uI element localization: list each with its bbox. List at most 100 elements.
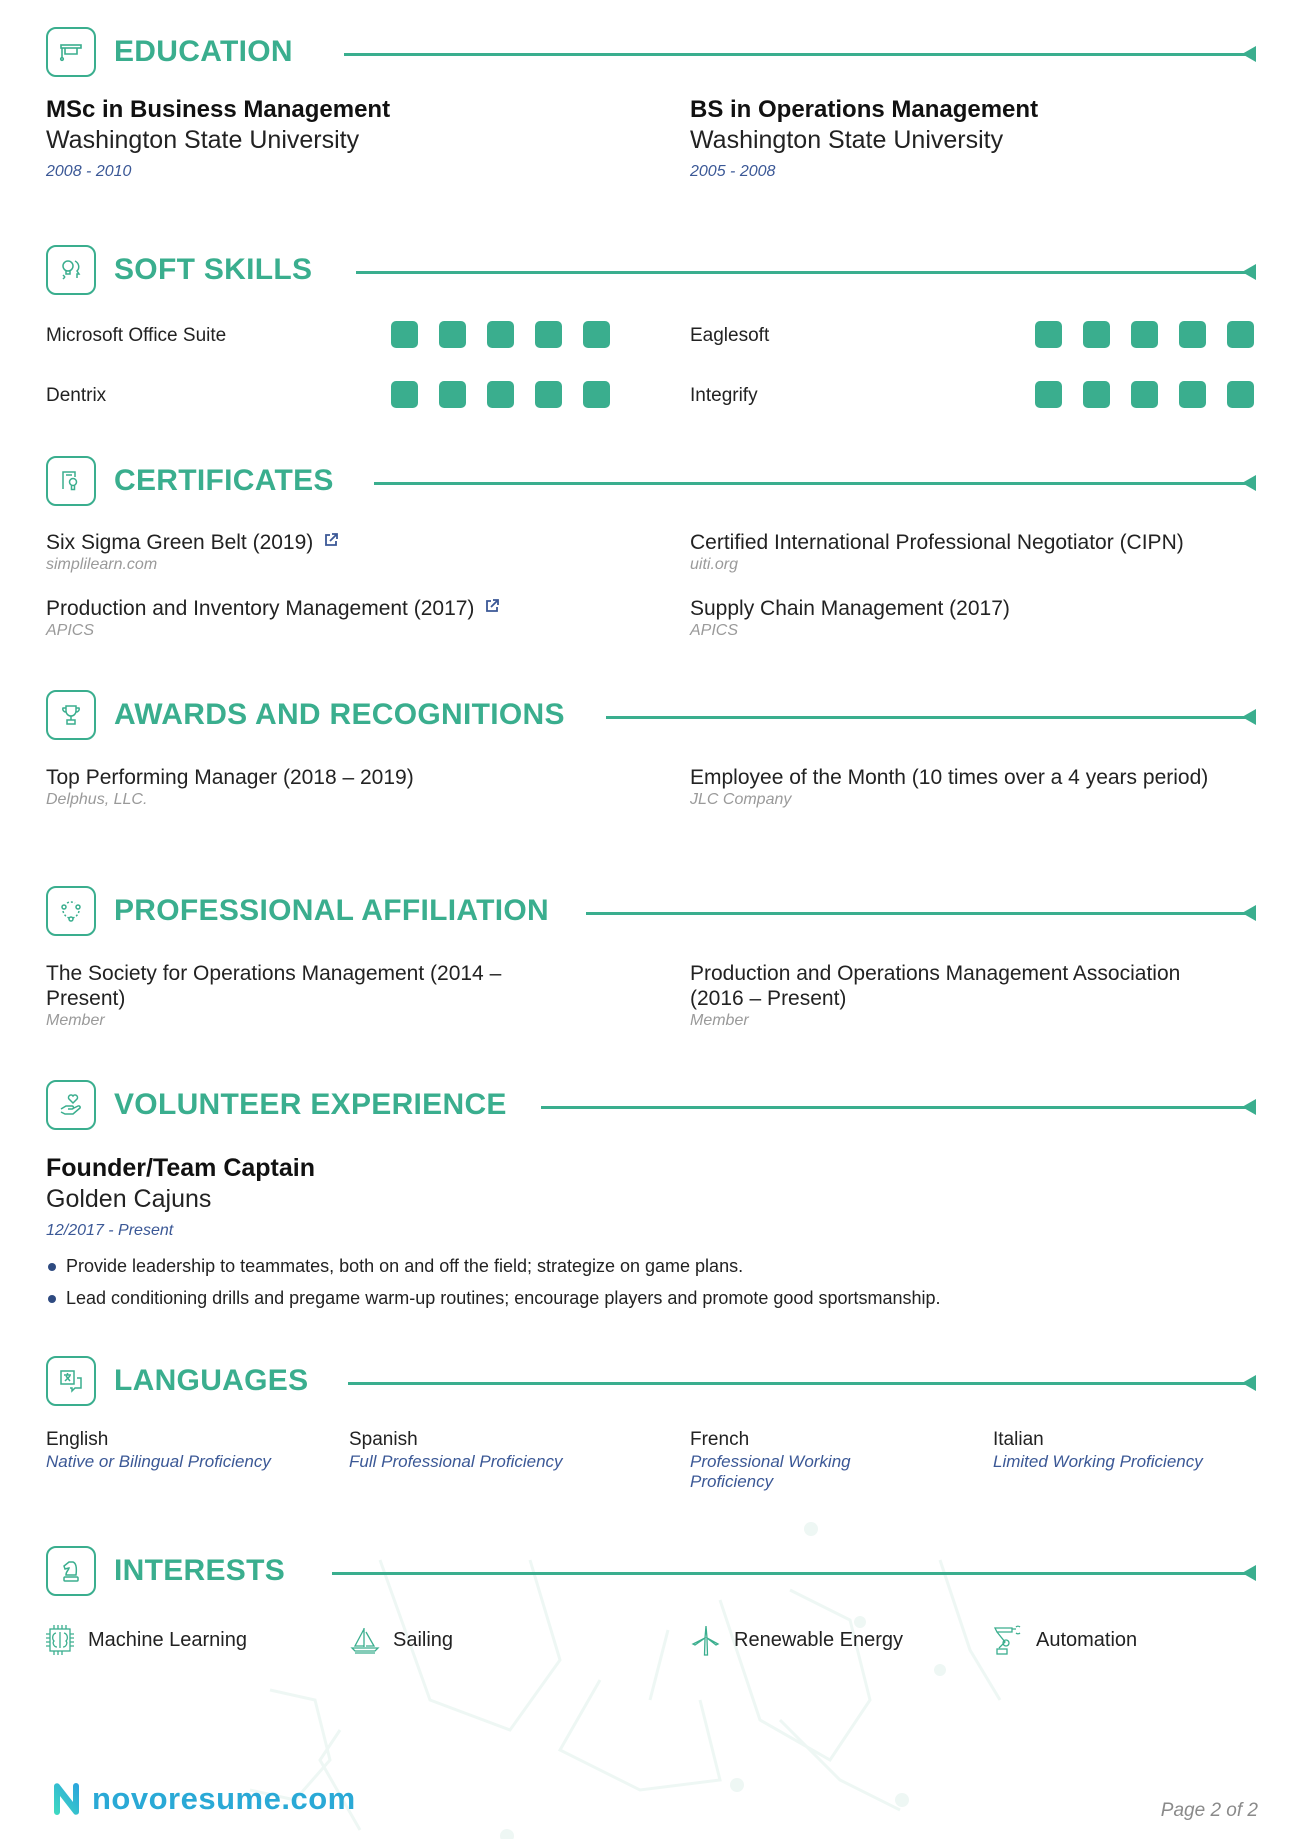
section-header-volunteer: VOLUNTEER EXPERIENCE xyxy=(46,1080,1256,1134)
volunteer-entry: Founder/Team Captain Golden Cajuns 12/20… xyxy=(46,1154,1256,1314)
education-dates: 2005 - 2008 xyxy=(690,163,776,180)
brand-name: novoresume.com xyxy=(92,1781,356,1816)
award-item: Top Performing Manager (2018 – 2019) Del… xyxy=(46,765,566,810)
section-divider xyxy=(541,1106,1246,1109)
section-title: SOFT SKILLS xyxy=(114,253,313,286)
language-level: Full Professional Proficiency xyxy=(349,1452,563,1471)
language-level: Limited Working Proficiency xyxy=(993,1452,1203,1471)
novoresume-logo[interactable]: novoresume.com xyxy=(52,1781,356,1817)
interest-item: Machine Learning xyxy=(44,1623,247,1657)
volunteer-role: Founder/Team Captain xyxy=(46,1154,316,1182)
skill-dot-filled xyxy=(1227,381,1254,408)
interest-name: Automation xyxy=(1036,1628,1138,1651)
section-header-languages: LANGUAGES xyxy=(46,1356,1256,1410)
divider-end-marker xyxy=(1242,1565,1256,1581)
section-divider xyxy=(374,482,1246,485)
certificate-item: Six Sigma Green Belt (2019) simplilearn.… xyxy=(46,530,339,575)
graduation-cap-icon xyxy=(46,27,96,77)
bullet-item: Lead conditioning drills and pregame war… xyxy=(46,1282,1256,1314)
education-dates: 2008 - 2010 xyxy=(46,163,132,180)
certificate-issuer: APICS xyxy=(690,622,739,639)
interest-item: Automation xyxy=(992,1623,1137,1657)
certificate-item: Production and Inventory Management (201… xyxy=(46,596,500,641)
section-header-affiliation: PROFESSIONAL AFFILIATION xyxy=(46,886,1256,940)
affiliation-title: The Society for Operations Management (2… xyxy=(46,962,502,1010)
interest-name: Machine Learning xyxy=(88,1628,247,1651)
skill-dot-filled xyxy=(535,381,562,408)
chess-knight-icon xyxy=(46,1546,96,1596)
volunteer-bullets: Provide leadership to teammates, both on… xyxy=(46,1250,1256,1314)
page-number: Page 2 of 2 xyxy=(1160,1800,1258,1821)
language-name: English xyxy=(46,1429,109,1450)
skill-dot-filled xyxy=(1035,381,1062,408)
degree-title: BS in Operations Management xyxy=(690,96,1039,123)
skill-dot-filled xyxy=(1083,321,1110,348)
skill-dot-filled xyxy=(1227,321,1254,348)
certificate-issuer: simplilearn.com xyxy=(46,556,158,573)
skill-level-dots xyxy=(1035,321,1254,348)
section-divider xyxy=(586,912,1246,915)
skill-dot-filled xyxy=(1035,321,1062,348)
skill-dot-filled xyxy=(535,321,562,348)
education-entry: BS in Operations Management Washington S… xyxy=(690,96,1038,181)
hand-heart-icon xyxy=(46,1080,96,1130)
language-item: English Native or Bilingual Proficiency xyxy=(46,1428,306,1472)
skill-level-dots xyxy=(1035,381,1254,408)
volunteer-org: Golden Cajuns xyxy=(46,1185,212,1213)
lightbulb-head-icon xyxy=(46,245,96,295)
section-header-certificates: CERTIFICATES xyxy=(46,456,1256,510)
certificate-issuer: APICS xyxy=(46,622,95,639)
education-entry: MSc in Business Management Washington St… xyxy=(46,96,390,181)
language-name: Italian xyxy=(993,1429,1044,1450)
skill-dot-filled xyxy=(487,381,514,408)
skill-dot-filled xyxy=(487,321,514,348)
award-org: Delphus, LLC. xyxy=(46,791,148,808)
interest-item: Renewable Energy xyxy=(690,1623,903,1657)
divider-end-marker xyxy=(1242,1099,1256,1115)
external-link-icon[interactable] xyxy=(323,532,339,548)
divider-end-marker xyxy=(1242,709,1256,725)
affiliation-role: Member xyxy=(690,1012,749,1029)
skill-dot-filled xyxy=(1179,381,1206,408)
language-item: Italian Limited Working Proficiency xyxy=(993,1428,1253,1472)
language-name: French xyxy=(690,1429,750,1450)
section-header-soft-skills: SOFT SKILLS xyxy=(46,245,1256,299)
skill-level-dots xyxy=(391,381,610,408)
skill-dot-filled xyxy=(439,321,466,348)
certificate-title: Six Sigma Green Belt (2019) xyxy=(46,531,314,554)
skill-dot-filled xyxy=(391,381,418,408)
interest-name: Sailing xyxy=(393,1628,454,1651)
section-title: EDUCATION xyxy=(114,35,293,68)
section-divider xyxy=(332,1572,1246,1575)
section-divider xyxy=(348,1382,1246,1385)
interest-item: Sailing xyxy=(349,1623,453,1657)
certificate-title: Supply Chain Management (2017) xyxy=(690,597,1010,620)
section-title: CERTIFICATES xyxy=(114,464,334,497)
sailboat-icon xyxy=(350,1628,380,1654)
skill-dot-filled xyxy=(391,321,418,348)
certificate-issuer: uiti.org xyxy=(690,556,739,573)
wind-turbine-icon xyxy=(691,1625,720,1656)
divider-end-marker xyxy=(1242,46,1256,62)
translate-icon xyxy=(46,1356,96,1406)
school-name: Washington State University xyxy=(46,126,360,154)
skill-dot-filled xyxy=(439,381,466,408)
affiliation-item: The Society for Operations Management (2… xyxy=(46,961,566,1031)
skill-dot-filled xyxy=(583,381,610,408)
affiliation-item: Production and Operations Management Ass… xyxy=(690,961,1235,1031)
skill-level-dots xyxy=(391,321,610,348)
skill-name: Microsoft Office Suite xyxy=(46,325,227,346)
certificate-title: Production and Inventory Management (201… xyxy=(46,597,475,620)
language-item: French Professional Working Proficiency xyxy=(690,1428,880,1492)
certificate-item: Certified International Professional Neg… xyxy=(690,530,1184,575)
skill-dot-filled xyxy=(583,321,610,348)
language-level: Native or Bilingual Proficiency xyxy=(46,1452,271,1471)
skill-dot-filled xyxy=(1179,321,1206,348)
robot-arm-icon xyxy=(993,1625,1021,1655)
brain-chip-icon xyxy=(46,1625,74,1655)
skill-row: Eaglesoft xyxy=(690,321,1255,351)
external-link-icon[interactable] xyxy=(484,598,500,614)
volunteer-dates: 12/2017 - Present xyxy=(46,1222,174,1239)
novoresume-n-icon xyxy=(54,1783,79,1815)
section-header-awards: AWARDS AND RECOGNITIONS xyxy=(46,690,1256,744)
